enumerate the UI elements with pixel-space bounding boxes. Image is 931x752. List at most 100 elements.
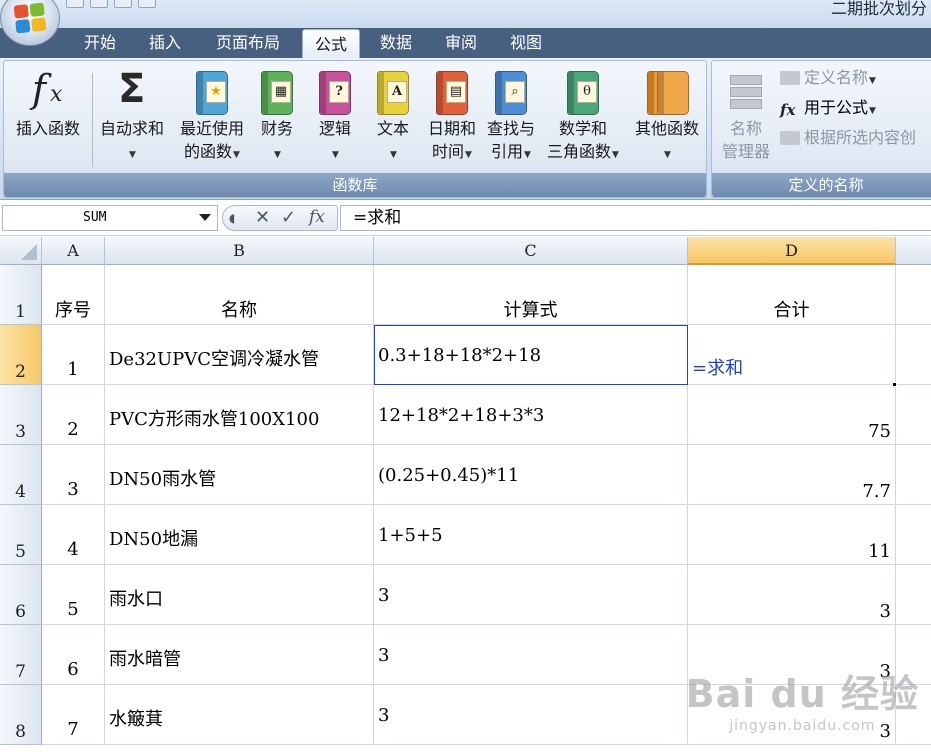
row-header-5[interactable]: 5 bbox=[0, 505, 42, 565]
print-preview-icon[interactable] bbox=[138, 0, 156, 8]
tab-view[interactable]: 视图 bbox=[496, 28, 556, 58]
total-cell[interactable]: 3 bbox=[688, 565, 896, 625]
name-cell[interactable]: 雨水暗管 bbox=[105, 625, 374, 685]
seq-cell[interactable]: 5 bbox=[42, 565, 105, 625]
total-cell-editing[interactable]: =求和 bbox=[688, 325, 896, 385]
use-in-formula-button[interactable]: fx 用于公式▼ bbox=[780, 97, 876, 122]
header-formula-text: 计算式 bbox=[503, 300, 558, 321]
text-book-icon: A bbox=[371, 65, 415, 117]
name-cell[interactable]: 雨水口 bbox=[105, 565, 374, 625]
name-box[interactable]: SUM bbox=[2, 205, 218, 231]
formula-cell[interactable]: 3 bbox=[374, 685, 688, 745]
tab-insert[interactable]: 插入 bbox=[136, 28, 194, 58]
watermark-url: jingyan.baidu.com bbox=[729, 718, 876, 734]
row-number: 6 bbox=[15, 602, 26, 622]
use-in-formula-label: 用于公式 bbox=[804, 98, 869, 117]
total-cell[interactable]: 11 bbox=[688, 505, 896, 565]
formula-cell[interactable]: 3 bbox=[374, 565, 688, 625]
column-header-c[interactable]: C bbox=[374, 237, 688, 265]
total-cell[interactable]: 75 bbox=[688, 385, 896, 445]
formula-cell[interactable]: 1+5+5 bbox=[374, 505, 688, 565]
more-functions-button[interactable]: 其他函数 ▼ bbox=[628, 65, 706, 167]
total-cell[interactable]: 7.7 bbox=[688, 445, 896, 505]
header-cell-formula[interactable]: 计算式 bbox=[374, 265, 688, 325]
name-cell[interactable]: De32UPVC空调冷凝水管 bbox=[105, 325, 374, 385]
seq-text: 2 bbox=[67, 419, 79, 440]
office-logo-icon bbox=[13, 2, 47, 34]
insert-function-button[interactable]: f x 插入函数 bbox=[6, 65, 90, 140]
cancel-icon[interactable]: ✕ bbox=[255, 207, 270, 228]
header-cell-seq[interactable]: 序号 bbox=[42, 265, 105, 325]
formula-cell-reference-highlight[interactable]: 0.3+18+18*2+18 bbox=[374, 325, 688, 385]
seq-cell[interactable]: 7 bbox=[42, 685, 105, 745]
fill-handle[interactable] bbox=[892, 382, 897, 387]
watermark-brand: Bai du 经验 bbox=[685, 672, 919, 716]
row-header-2[interactable]: 2 bbox=[0, 325, 42, 385]
seq-cell[interactable]: 2 bbox=[42, 385, 105, 445]
define-name-button[interactable]: 定义名称▼ bbox=[780, 67, 876, 92]
seq-cell[interactable]: 4 bbox=[42, 505, 105, 565]
save-icon[interactable] bbox=[66, 0, 84, 8]
row-header-6[interactable]: 6 bbox=[0, 565, 42, 625]
tab-home[interactable]: 开始 bbox=[70, 28, 130, 58]
tab-review[interactable]: 审阅 bbox=[432, 28, 490, 58]
math-trig-button[interactable]: θ 数学和 三角函数▼ bbox=[542, 65, 624, 167]
name-cell[interactable]: DN50雨水管 bbox=[105, 445, 374, 505]
formula-cell[interactable]: (0.25+0.45)*11 bbox=[374, 445, 688, 505]
name-cell[interactable]: 水簸萁 bbox=[105, 685, 374, 745]
empty-cell[interactable] bbox=[896, 385, 931, 445]
row-header-7[interactable]: 7 bbox=[0, 625, 42, 685]
empty-cell[interactable] bbox=[896, 445, 931, 505]
enter-icon[interactable]: ✓ bbox=[281, 207, 296, 228]
column-header-a[interactable]: A bbox=[42, 237, 105, 265]
fx-small-icon: fx bbox=[780, 101, 796, 119]
row-header-4[interactable]: 4 bbox=[0, 445, 42, 505]
lookup-button[interactable]: ⌕ 查找与 引用▼ bbox=[482, 65, 540, 167]
formula-cell[interactable]: 3 bbox=[374, 625, 688, 685]
header-cell-total[interactable]: 合计 bbox=[688, 265, 896, 325]
row-header-8[interactable]: 8 bbox=[0, 685, 42, 745]
autosum-button[interactable]: Σ 自动求和 ▼ bbox=[92, 65, 172, 167]
create-from-selection-button[interactable]: 根据所选内容创 bbox=[780, 127, 916, 149]
empty-cell[interactable] bbox=[896, 505, 931, 565]
redo-icon[interactable] bbox=[114, 0, 132, 8]
insert-function-icon[interactable]: fx bbox=[309, 207, 325, 227]
financial-button[interactable]: ▦ 财务 ▼ bbox=[252, 65, 302, 167]
row-header-3[interactable]: 3 bbox=[0, 385, 42, 445]
name-manager-button[interactable]: 名称 管理器 bbox=[714, 65, 778, 163]
ribbon-tabs: 开始 插入 页面布局 公式 数据 审阅 视图 bbox=[0, 28, 931, 59]
text-label: 文本 bbox=[376, 119, 409, 138]
datetime-button[interactable]: ▤ 日期和 时间▼ bbox=[424, 65, 480, 167]
defined-names-label: 定义的名称 bbox=[712, 173, 931, 197]
name-text: 雨水暗管 bbox=[109, 649, 181, 670]
tab-data[interactable]: 数据 bbox=[366, 28, 426, 58]
header-cell-name[interactable]: 名称 bbox=[105, 265, 374, 325]
tab-formulas[interactable]: 公式 bbox=[302, 29, 360, 59]
datetime-label-line2: 时间 bbox=[432, 142, 465, 161]
empty-cell[interactable] bbox=[896, 565, 931, 625]
seq-cell[interactable]: 6 bbox=[42, 625, 105, 685]
total-text: =求和 bbox=[692, 358, 744, 379]
column-header-d[interactable]: D bbox=[688, 237, 896, 265]
empty-cell[interactable] bbox=[896, 325, 931, 385]
formula-input[interactable]: =求和 bbox=[340, 205, 931, 231]
logical-button[interactable]: ? 逻辑 ▼ bbox=[310, 65, 360, 167]
undo-icon[interactable] bbox=[90, 0, 108, 8]
name-cell[interactable]: DN50地漏 bbox=[105, 505, 374, 565]
formula-text: 12+18*2+18+3*3 bbox=[378, 405, 545, 426]
formula-cell[interactable]: 12+18*2+18+3*3 bbox=[374, 385, 688, 445]
empty-cell[interactable] bbox=[896, 265, 931, 325]
column-header-b[interactable]: B bbox=[105, 237, 374, 265]
seq-cell[interactable]: 3 bbox=[42, 445, 105, 505]
seq-cell[interactable]: 1 bbox=[42, 325, 105, 385]
seq-text: 3 bbox=[67, 479, 79, 500]
column-header-e[interactable] bbox=[896, 237, 931, 265]
name-cell[interactable]: PVC方形雨水管100X100 bbox=[105, 385, 374, 445]
name-box-dropdown-icon[interactable] bbox=[199, 214, 211, 221]
row-header-1[interactable]: 1 bbox=[0, 265, 42, 325]
name-text: PVC方形雨水管100X100 bbox=[109, 409, 320, 430]
recent-functions-button[interactable]: ★ 最近使用 的函数▼ bbox=[172, 65, 252, 167]
text-button[interactable]: A 文本 ▼ bbox=[368, 65, 418, 167]
select-all-button[interactable] bbox=[0, 237, 42, 265]
tab-page-layout[interactable]: 页面布局 bbox=[200, 28, 296, 58]
